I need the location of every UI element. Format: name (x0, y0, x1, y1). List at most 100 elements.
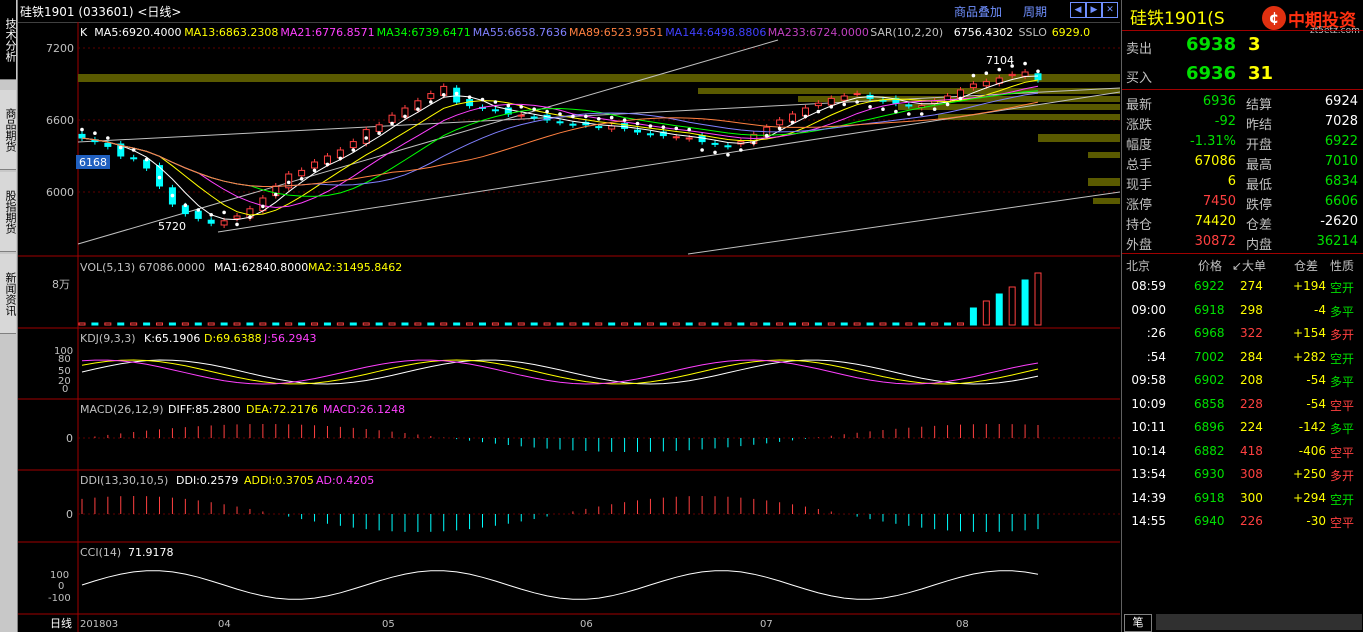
tick-row: :54 7002 284 +282 空开 (1122, 347, 1363, 369)
candle-body (259, 197, 267, 212)
volume-bar (737, 322, 745, 326)
y-tick-6000: 6000 (46, 186, 74, 199)
candle-body (634, 129, 642, 133)
stat-value: 7010 (1324, 154, 1358, 169)
close-icon[interactable]: ✕ (1102, 2, 1118, 18)
vol-ma2: MA2:31495.8462 (308, 261, 402, 274)
volume-bar (646, 322, 654, 326)
stat-label: 内盘 (1246, 238, 1273, 253)
stat-value: 6924 (1324, 94, 1358, 109)
tick-diff: -142 (1298, 420, 1326, 434)
volume-bar (685, 322, 693, 326)
stat-value: 74420 (1194, 214, 1236, 229)
volume-bar (336, 322, 344, 326)
tick-row: 14:39 6918 300 +294 空开 (1122, 488, 1363, 510)
stat-value: -1.31% (1190, 134, 1236, 149)
volume-bar (156, 322, 164, 326)
stat-value: 7450 (1202, 194, 1236, 209)
candle-body (827, 97, 835, 106)
sar-dot (454, 91, 459, 96)
overlay-link[interactable]: 商品叠加 (954, 3, 1002, 20)
stat-row: 最新 6936 结算 6924 (1122, 92, 1363, 113)
tick-row: 09:58 6902 208 -54 多平 (1122, 370, 1363, 392)
ma-line (81, 92, 1039, 188)
stat-label: 开盘 (1246, 138, 1273, 153)
stat-value: 6834 (1324, 174, 1358, 189)
tick-price: 6940 (1194, 514, 1225, 528)
tick-time: 14:39 (1131, 490, 1166, 505)
volume-bar (944, 322, 952, 326)
cci-legend: CCI(14) (80, 546, 121, 559)
tick-nature: 多平 (1330, 304, 1355, 319)
x-label-08: 08 (956, 619, 969, 630)
candle-body (711, 142, 719, 145)
tick-row: 09:00 6918 298 -4 多平 (1122, 300, 1363, 322)
candle-body (517, 114, 525, 117)
arrow-right-icon[interactable]: ▶ (1086, 2, 1102, 18)
candle-body (905, 104, 913, 107)
sar-dot (377, 131, 381, 135)
candle-body (646, 133, 654, 136)
chart-title-bar: 硅铁1901 (033601) <日线> 商品叠加 周期 ◀ ▶ ✕ (18, 0, 1120, 23)
volume-bar (323, 322, 331, 326)
ddi-value: DDI:0.2579 (176, 474, 238, 487)
stat-label: 涨停 (1126, 198, 1153, 213)
vol-y-tick: 8万 (52, 278, 70, 291)
volume-bar (892, 322, 900, 326)
volume-bar (207, 322, 215, 326)
legend-item: SSLO (1019, 26, 1048, 39)
stat-label: 结算 (1246, 98, 1273, 113)
sar-dot (816, 109, 821, 114)
volume-bar (104, 322, 112, 326)
stat-label: 跌停 (1246, 198, 1273, 213)
volume-bar (866, 322, 874, 326)
volume-bar (982, 300, 990, 326)
tab-news[interactable]: 新闻资讯 (0, 254, 17, 334)
tick-vol: 322 (1240, 326, 1263, 340)
stat-row: 幅度 -1.31% 开盘 6922 (1122, 132, 1363, 153)
x-label-201803: 201803 (80, 619, 118, 630)
macd-dea: DEA:72.2176 (246, 403, 318, 416)
volume-bar (879, 322, 887, 326)
candle-body (78, 133, 86, 139)
sar-dot (364, 136, 369, 140)
arrow-left-icon[interactable]: ◀ (1070, 2, 1086, 18)
volume-bar (91, 322, 99, 326)
tick-diff: +282 (1293, 349, 1326, 364)
tick-vol: 418 (1240, 443, 1263, 458)
volume-bar (349, 322, 357, 326)
cci-tick-100: 100 (50, 570, 69, 581)
volume-bar (608, 322, 616, 326)
candle-body (530, 116, 538, 119)
ticks-header: 北京 价格 ↙大单 仓差 性质 (1122, 254, 1363, 276)
macd-value: MACD:26.1248 (323, 403, 405, 416)
cci-polyline (81, 570, 1039, 600)
volume-bar (181, 322, 189, 326)
tab-index-futures[interactable]: 股指期货 (0, 172, 17, 252)
tick-diff: +154 (1293, 326, 1326, 340)
tab-commodity-futures[interactable]: 商品期货 (0, 90, 17, 170)
sar-dot (261, 204, 265, 209)
sar-dot (713, 150, 717, 155)
volume-bar (969, 307, 977, 326)
buy-row: 买入 6936 31 (1122, 63, 1363, 87)
stat-label: 现手 (1126, 178, 1153, 193)
period-link[interactable]: 周期 (1023, 3, 1047, 20)
candle-body (491, 109, 499, 112)
candle-body (388, 114, 396, 123)
chart-canvas[interactable]: K MA5:6920.4000 MA13:6863.2308 MA21:6776.85… (18, 22, 1120, 632)
sar-dot (855, 100, 859, 104)
ticks-scrollbar[interactable] (1156, 614, 1362, 630)
vol-legend: VOL(5,13) 67086.0000 (80, 261, 205, 274)
sar-dot (532, 107, 536, 111)
tick-tab[interactable]: 笔 (1124, 614, 1152, 632)
tab-technical-analysis[interactable]: 技术分析 (0, 0, 17, 80)
volume-bar (750, 322, 758, 326)
candle-body (298, 169, 306, 177)
sar-dot (519, 105, 524, 109)
tick-time: 10:14 (1131, 443, 1166, 458)
tick-price: 6896 (1194, 420, 1225, 434)
volume-bar (168, 322, 176, 326)
vol-ma1: MA1:62840.8000 (214, 261, 308, 274)
candle-body (349, 141, 357, 149)
